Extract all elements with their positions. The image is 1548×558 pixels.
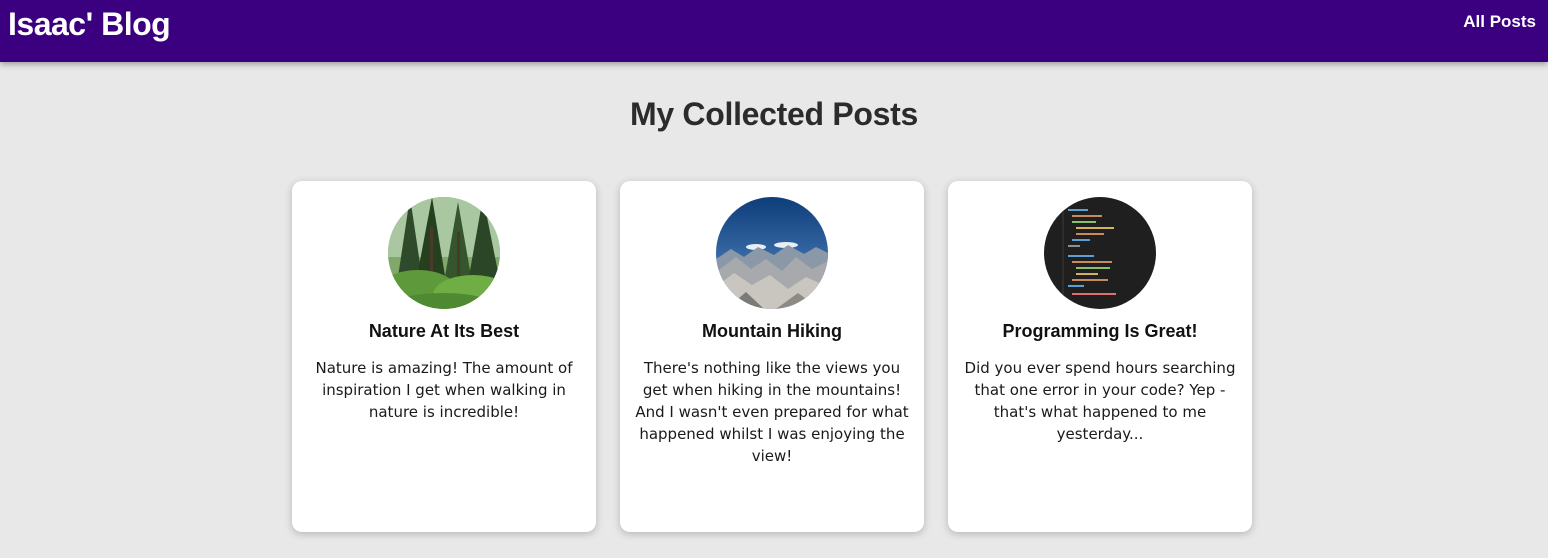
post-excerpt: Nature is amazing! The amount of inspira…	[315, 359, 573, 421]
nav-link-all-posts[interactable]: All Posts	[1463, 12, 1536, 32]
forest-photo	[388, 197, 500, 309]
site-logo[interactable]: Isaac' Blog	[8, 4, 171, 44]
post-grid: Nature At Its Best Nature is amazing! Th…	[292, 181, 1252, 532]
page-title: My Collected Posts	[629, 96, 918, 132]
post-card-mountain[interactable]: Mountain Hiking There's nothing like the…	[620, 181, 924, 532]
post-card-nature[interactable]: Nature At Its Best Nature is amazing! Th…	[292, 181, 596, 532]
post-title: Programming Is Great!	[1002, 321, 1198, 341]
post-title: Mountain Hiking	[702, 321, 842, 341]
top-navigation-bar: Isaac' Blog All Posts	[0, 0, 1548, 62]
post-title: Nature At Its Best	[368, 321, 520, 341]
post-excerpt: Did you ever spend hours searching that …	[964, 359, 1236, 443]
post-excerpt: There's nothing like the views you get w…	[635, 359, 909, 465]
post-card-programming[interactable]: Programming Is Great! Did you ever spend…	[948, 181, 1252, 532]
code-editor-photo	[1044, 197, 1156, 309]
mountain-photo	[716, 197, 828, 309]
